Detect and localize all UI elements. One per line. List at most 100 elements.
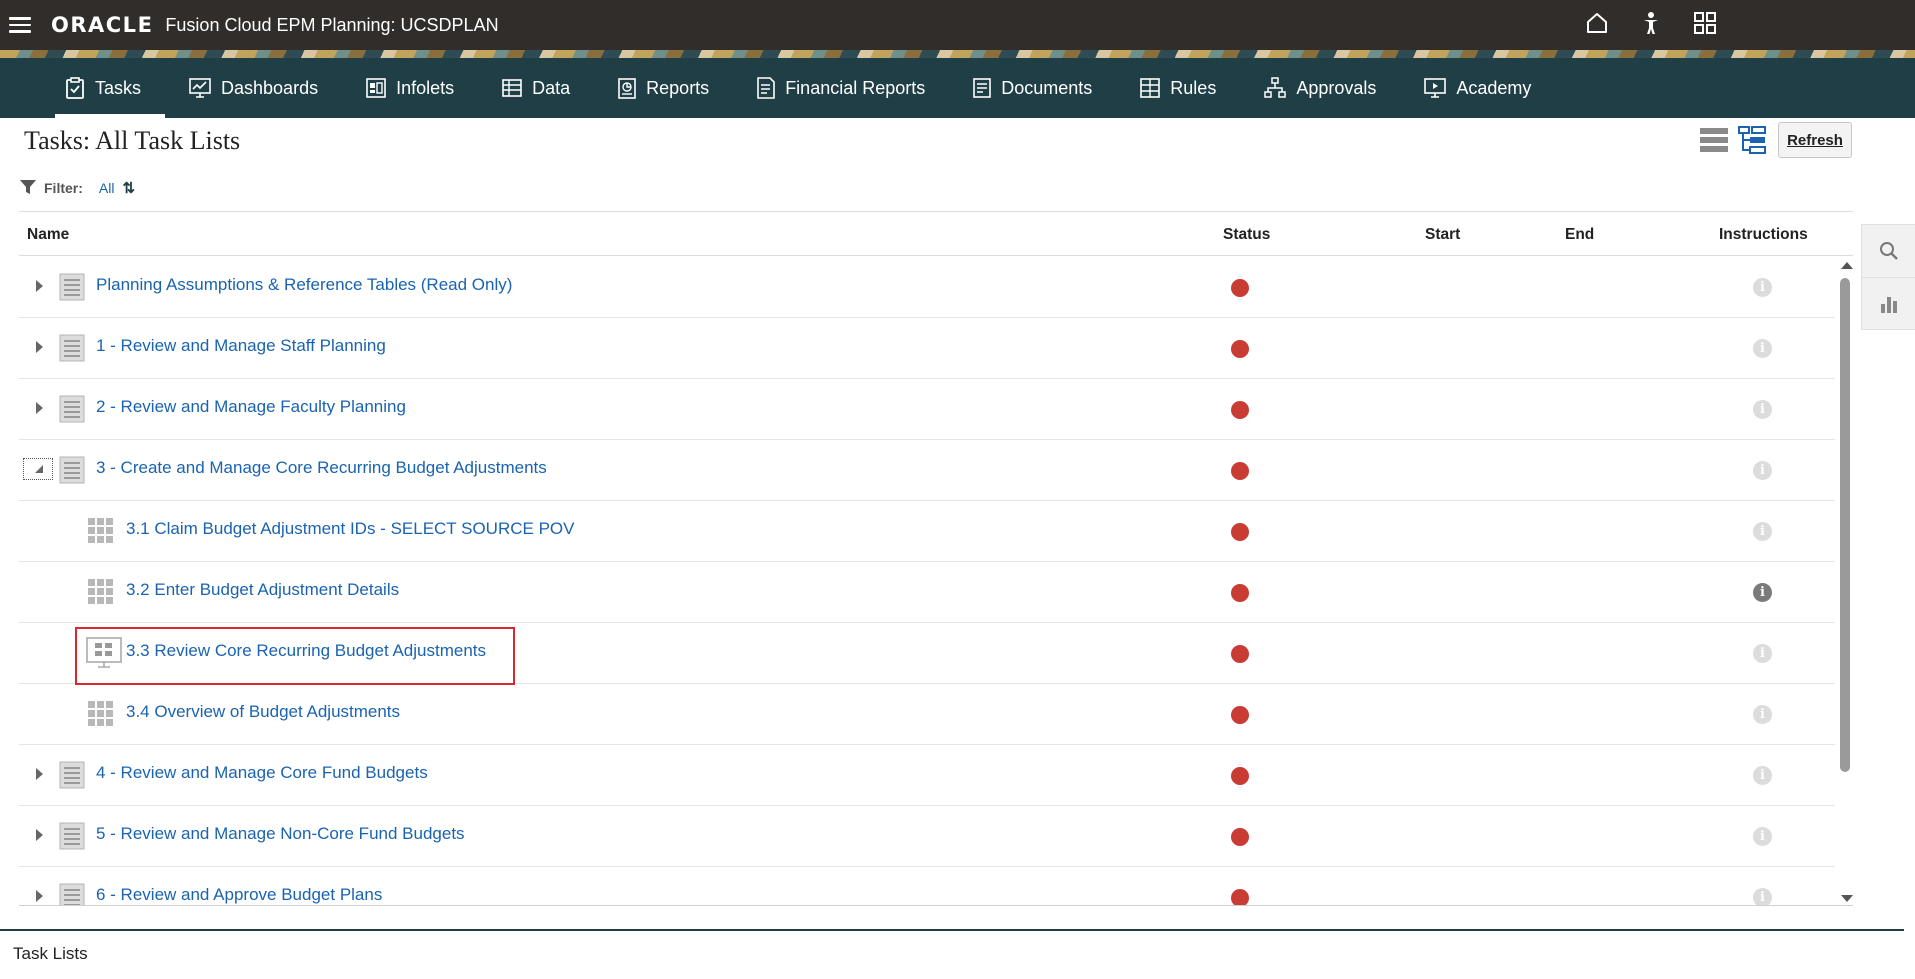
table-row[interactable]: 1 - Review and Manage Staff Planning i [19, 318, 1835, 379]
table-row[interactable]: Planning Assumptions & Reference Tables … [19, 257, 1835, 318]
scroll-thumb[interactable] [1840, 278, 1850, 772]
tab-documents[interactable]: Documents [963, 58, 1116, 118]
tab-financial-reports[interactable]: Financial Reports [747, 58, 949, 118]
status-indicator-icon [1231, 523, 1249, 541]
tab-reports[interactable]: Reports [608, 58, 733, 118]
task-list-icon [59, 334, 85, 367]
task-list-icon [59, 273, 85, 306]
task-name-link[interactable]: 4 - Review and Manage Core Fund Budgets [96, 763, 428, 783]
instructions-info-icon[interactable]: i [1753, 339, 1772, 358]
table-row[interactable]: 4 - Review and Manage Core Fund Budgets i [19, 745, 1835, 806]
status-indicator-icon [1231, 279, 1249, 297]
task-name-link[interactable]: 3 - Create and Manage Core Recurring Bud… [96, 458, 547, 478]
instructions-info-icon[interactable]: i [1753, 827, 1772, 846]
column-header-status[interactable]: Status [1223, 226, 1270, 244]
expand-triangle-icon[interactable] [33, 340, 45, 354]
dashboard-icon [189, 78, 211, 98]
expand-triangle-icon[interactable] [33, 828, 45, 842]
rules-icon [1140, 78, 1161, 98]
task-list-icon [59, 883, 85, 905]
scroll-up-arrow-icon[interactable] [1841, 262, 1853, 269]
table-row[interactable]: 6 - Review and Approve Budget Plans i [19, 867, 1835, 905]
task-name-link[interactable]: 5 - Review and Manage Non-Core Fund Budg… [96, 824, 465, 844]
form-grid-icon [87, 578, 115, 611]
chart-icon[interactable] [1862, 277, 1915, 329]
instructions-info-icon[interactable]: i [1753, 522, 1772, 541]
tab-label: Rules [1170, 77, 1217, 98]
instructions-info-icon[interactable]: i [1753, 461, 1772, 480]
tab-label: Financial Reports [785, 77, 926, 98]
collapse-triangle-icon[interactable] [23, 458, 53, 480]
scroll-down-arrow-icon[interactable] [1841, 895, 1853, 902]
refresh-button[interactable]: Refresh [1778, 122, 1852, 158]
tab-data[interactable]: Data [492, 58, 594, 118]
hamburger-menu-icon[interactable] [9, 17, 31, 33]
status-indicator-icon [1231, 889, 1249, 905]
tab-tasks[interactable]: Tasks [55, 58, 166, 118]
task-name-link[interactable]: 3.1 Claim Budget Adjustment IDs - SELECT… [126, 519, 574, 539]
table-row[interactable]: 3.1 Claim Budget Adjustment IDs - SELECT… [19, 501, 1835, 562]
expand-triangle-icon[interactable] [33, 889, 45, 903]
vertical-scrollbar[interactable] [1838, 262, 1853, 902]
table-row[interactable]: 3.3 Review Core Recurring Budget Adjustm… [19, 623, 1835, 685]
instructions-info-icon[interactable]: i [1753, 705, 1772, 724]
column-header-start[interactable]: Start [1425, 226, 1460, 244]
expand-triangle-icon[interactable] [33, 767, 45, 781]
expand-triangle-icon[interactable] [33, 279, 45, 293]
column-header-end[interactable]: End [1565, 226, 1594, 244]
table-row[interactable]: 2 - Review and Manage Faculty Planning i [19, 379, 1835, 440]
navigation-tabs: Tasks Dashboards Infolets Data Reports Financ… [0, 58, 1915, 118]
document-icon [973, 78, 992, 98]
page-title: Tasks: All Task Lists [24, 126, 241, 155]
status-indicator-icon [1231, 767, 1249, 785]
status-indicator-icon [1231, 340, 1249, 358]
refresh-label: Refresh [1787, 131, 1843, 149]
filter-icon [20, 179, 36, 197]
task-name-link[interactable]: 6 - Review and Approve Budget Plans [96, 885, 382, 905]
task-list-table: Name Status Start End Instructions Plann… [19, 211, 1853, 906]
instructions-info-icon[interactable]: i [1753, 888, 1772, 905]
instructions-info-icon[interactable]: i [1753, 583, 1772, 602]
tab-label: Reports [646, 77, 710, 98]
tab-infolets[interactable]: Infolets [356, 58, 478, 118]
tab-approvals[interactable]: Approvals [1254, 58, 1400, 118]
table-row[interactable]: 3.2 Enter Budget Adjustment Details i [19, 562, 1835, 623]
instructions-info-icon[interactable]: i [1753, 400, 1772, 419]
task-name-link[interactable]: 1 - Review and Manage Staff Planning [96, 336, 386, 356]
instructions-info-icon[interactable]: i [1753, 644, 1772, 663]
filter-swap-icon[interactable]: ⇅ [122, 179, 135, 197]
tab-rules[interactable]: Rules [1130, 58, 1240, 118]
list-view-icon[interactable] [1700, 127, 1728, 158]
accessibility-icon[interactable] [1637, 9, 1665, 37]
instructions-info-icon[interactable]: i [1753, 278, 1772, 297]
bottom-tab-bar: Task Lists [0, 929, 1904, 979]
infolet-icon [366, 78, 386, 98]
global-header: ORACLE Fusion Cloud EPM Planning: UCSDPL… [0, 0, 1915, 50]
task-list-icon [59, 456, 85, 489]
home-icon[interactable] [1583, 9, 1611, 37]
app-title: Fusion Cloud EPM Planning: UCSDPLAN [165, 14, 499, 35]
tab-task-lists[interactable]: Task Lists [13, 944, 88, 964]
task-name-link[interactable]: 3.4 Overview of Budget Adjustments [126, 702, 400, 722]
navigator-grid-icon[interactable] [1691, 9, 1719, 37]
task-name-link[interactable]: Planning Assumptions & Reference Tables … [96, 275, 512, 295]
table-header: Name Status Start End Instructions [19, 212, 1853, 256]
status-indicator-icon [1231, 584, 1249, 602]
side-panel [1861, 224, 1915, 330]
status-indicator-icon [1231, 645, 1249, 663]
column-header-instructions[interactable]: Instructions [1719, 226, 1808, 244]
task-name-link[interactable]: 2 - Review and Manage Faculty Planning [96, 397, 406, 417]
filter-value[interactable]: All [99, 180, 115, 196]
column-header-name[interactable]: Name [27, 226, 69, 244]
table-row[interactable]: 3.4 Overview of Budget Adjustments i [19, 684, 1835, 745]
tab-academy[interactable]: Academy [1414, 58, 1555, 118]
table-row[interactable]: 5 - Review and Manage Non-Core Fund Budg… [19, 806, 1835, 867]
expand-triangle-icon[interactable] [33, 401, 45, 415]
task-name-link[interactable]: 3.3 Review Core Recurring Budget Adjustm… [126, 641, 486, 661]
task-name-link[interactable]: 3.2 Enter Budget Adjustment Details [126, 580, 399, 600]
hierarchy-view-icon[interactable] [1738, 126, 1766, 159]
instructions-info-icon[interactable]: i [1753, 766, 1772, 785]
search-icon[interactable] [1862, 225, 1915, 277]
table-row[interactable]: 3 - Create and Manage Core Recurring Bud… [19, 440, 1835, 501]
tab-dashboards[interactable]: Dashboards [179, 58, 342, 118]
